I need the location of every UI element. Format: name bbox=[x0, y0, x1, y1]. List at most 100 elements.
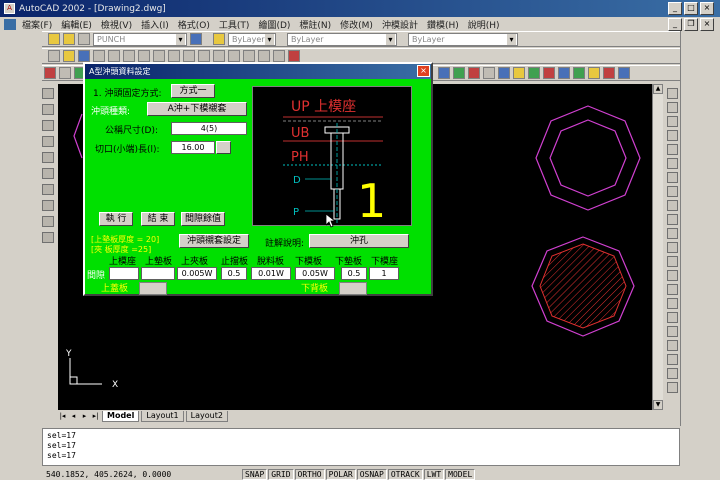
snap-toggle[interactable]: SNAP bbox=[242, 468, 268, 480]
die-tool-4-icon[interactable] bbox=[438, 67, 450, 79]
scroll-up-icon[interactable]: ▲ bbox=[653, 84, 663, 94]
modify-tool-1-icon[interactable] bbox=[666, 88, 678, 99]
print-icon[interactable] bbox=[93, 50, 105, 62]
die-tool-2-icon[interactable] bbox=[59, 67, 71, 79]
draw-tool-9-icon[interactable] bbox=[42, 216, 54, 227]
modify-tool-2-icon[interactable] bbox=[666, 102, 678, 113]
die-tool-10-icon[interactable] bbox=[528, 67, 540, 79]
note-combo[interactable]: 沖孔 bbox=[309, 234, 409, 248]
modify-tool-9-icon[interactable] bbox=[666, 200, 678, 211]
open-file-icon[interactable] bbox=[63, 50, 75, 62]
menu-draw[interactable]: 繪圖(D) bbox=[258, 18, 290, 31]
close-button[interactable]: × bbox=[700, 2, 714, 15]
modify-tool-6-icon[interactable] bbox=[666, 158, 678, 169]
document-icon[interactable] bbox=[4, 18, 16, 30]
make-current-layer-icon[interactable] bbox=[190, 33, 202, 45]
modify-tool-11-icon[interactable] bbox=[666, 228, 678, 239]
modify-tool-22-icon[interactable] bbox=[666, 382, 678, 393]
modify-tool-3-icon[interactable] bbox=[666, 116, 678, 127]
dialog-close-button[interactable]: × bbox=[417, 65, 430, 77]
draw-tool-2-icon[interactable] bbox=[42, 104, 54, 115]
save-icon[interactable] bbox=[78, 50, 90, 62]
linetype-combo[interactable]: ByLayer bbox=[287, 32, 397, 46]
scroll-down-icon[interactable]: ▼ bbox=[653, 400, 663, 410]
modify-tool-5-icon[interactable] bbox=[666, 144, 678, 155]
doc-minimize-button[interactable]: _ bbox=[668, 18, 682, 31]
end-button[interactable]: 結 束 bbox=[141, 212, 175, 226]
otrack-toggle[interactable]: OTRACK bbox=[387, 468, 423, 480]
menu-jig[interactable]: 鑽模(H) bbox=[427, 18, 459, 31]
gap-upper-clamp-field[interactable]: 0.005W bbox=[177, 267, 217, 280]
modify-tool-8-icon[interactable] bbox=[666, 186, 678, 197]
print-preview-icon[interactable] bbox=[108, 50, 120, 62]
cut-length-field[interactable]: 16.00 bbox=[171, 141, 215, 154]
menu-help[interactable]: 說明(H) bbox=[468, 18, 500, 31]
draw-tool-3-icon[interactable] bbox=[42, 120, 54, 131]
bushing-settings-button[interactable]: 沖頭襯套設定 bbox=[179, 234, 249, 248]
die-tool-1-icon[interactable] bbox=[44, 67, 56, 79]
modify-tool-10-icon[interactable] bbox=[666, 214, 678, 225]
grid-toggle[interactable]: GRID bbox=[268, 468, 294, 480]
gap-lower-die-seat-field[interactable]: 1 bbox=[369, 267, 399, 280]
doc-restore-button[interactable]: ❐ bbox=[684, 18, 698, 31]
lineweight-combo[interactable]: ByLayer bbox=[408, 32, 518, 46]
execute-button[interactable]: 執 行 bbox=[99, 212, 133, 226]
zoom-previous-icon[interactable] bbox=[258, 50, 270, 62]
layer-combo[interactable]: PUNCH bbox=[93, 32, 187, 46]
modify-tool-12-icon[interactable] bbox=[666, 242, 678, 253]
new-file-icon[interactable] bbox=[48, 50, 60, 62]
nominal-size-field[interactable]: 4(5) bbox=[171, 122, 247, 135]
model-toggle[interactable]: MODEL bbox=[445, 468, 476, 480]
draw-tool-10-icon[interactable] bbox=[42, 232, 54, 243]
die-tool-5-icon[interactable] bbox=[453, 67, 465, 79]
die-tool-11-icon[interactable] bbox=[543, 67, 555, 79]
autocad-app-icon[interactable]: A bbox=[4, 3, 15, 14]
match-properties-icon[interactable] bbox=[168, 50, 180, 62]
layer-lock-icon[interactable] bbox=[78, 33, 90, 45]
tab-first-icon[interactable]: |◂ bbox=[58, 412, 67, 420]
die-tool-6-icon[interactable] bbox=[468, 67, 480, 79]
zoom-realtime-icon[interactable] bbox=[228, 50, 240, 62]
command-line[interactable]: sel=17 sel=17 sel=17 bbox=[42, 428, 680, 466]
draw-tool-8-icon[interactable] bbox=[42, 200, 54, 211]
die-tool-14-icon[interactable] bbox=[588, 67, 600, 79]
layer-manager-icon[interactable] bbox=[48, 33, 60, 45]
menu-insert[interactable]: 插入(I) bbox=[141, 18, 169, 31]
gap-upper-die-seat-field[interactable] bbox=[109, 267, 139, 280]
modify-tool-16-icon[interactable] bbox=[666, 298, 678, 309]
die-tool-15-icon[interactable] bbox=[603, 67, 615, 79]
menu-modify[interactable]: 修改(M) bbox=[340, 18, 373, 31]
modify-tool-19-icon[interactable] bbox=[666, 340, 678, 351]
layer-lightbulb-icon[interactable] bbox=[63, 33, 75, 45]
die-tool-13-icon[interactable] bbox=[573, 67, 585, 79]
ortho-toggle[interactable]: ORTHO bbox=[294, 468, 325, 480]
gap-stop-plate-field[interactable]: 0.5 bbox=[221, 267, 247, 280]
draw-tool-1-icon[interactable] bbox=[42, 88, 54, 99]
cut-length-picker-button[interactable] bbox=[216, 141, 231, 154]
design-center-icon[interactable] bbox=[288, 50, 300, 62]
die-tool-7-icon[interactable] bbox=[483, 67, 495, 79]
die-tool-9-icon[interactable] bbox=[513, 67, 525, 79]
modify-tool-4-icon[interactable] bbox=[666, 130, 678, 141]
modify-tool-15-icon[interactable] bbox=[666, 284, 678, 295]
pan-icon[interactable] bbox=[213, 50, 225, 62]
maximize-button[interactable]: □ bbox=[684, 2, 698, 15]
menu-die-design[interactable]: 沖模設計 bbox=[382, 18, 418, 31]
cut-icon[interactable] bbox=[123, 50, 135, 62]
octagon-shape[interactable] bbox=[535, 105, 641, 211]
tab-model[interactable]: Model bbox=[102, 410, 140, 422]
color-combo[interactable]: ByLayer bbox=[228, 32, 276, 46]
lwt-toggle[interactable]: LWT bbox=[423, 468, 445, 480]
tab-prev-icon[interactable]: ◂ bbox=[69, 412, 78, 420]
tab-last-icon[interactable]: ▸| bbox=[91, 412, 100, 420]
modify-tool-13-icon[interactable] bbox=[666, 256, 678, 267]
polar-toggle[interactable]: POLAR bbox=[325, 468, 356, 480]
modify-tool-20-icon[interactable] bbox=[666, 354, 678, 365]
zoom-window-icon[interactable] bbox=[243, 50, 255, 62]
punch-type-button[interactable]: A沖+下模襯套 bbox=[147, 102, 247, 116]
fix-method-button[interactable]: 方式一 bbox=[171, 84, 215, 98]
modify-tool-17-icon[interactable] bbox=[666, 312, 678, 323]
clearance-button[interactable]: 間隙餘值 bbox=[181, 212, 225, 226]
undo-icon[interactable] bbox=[183, 50, 195, 62]
menu-file[interactable]: 檔案(F) bbox=[22, 18, 52, 31]
